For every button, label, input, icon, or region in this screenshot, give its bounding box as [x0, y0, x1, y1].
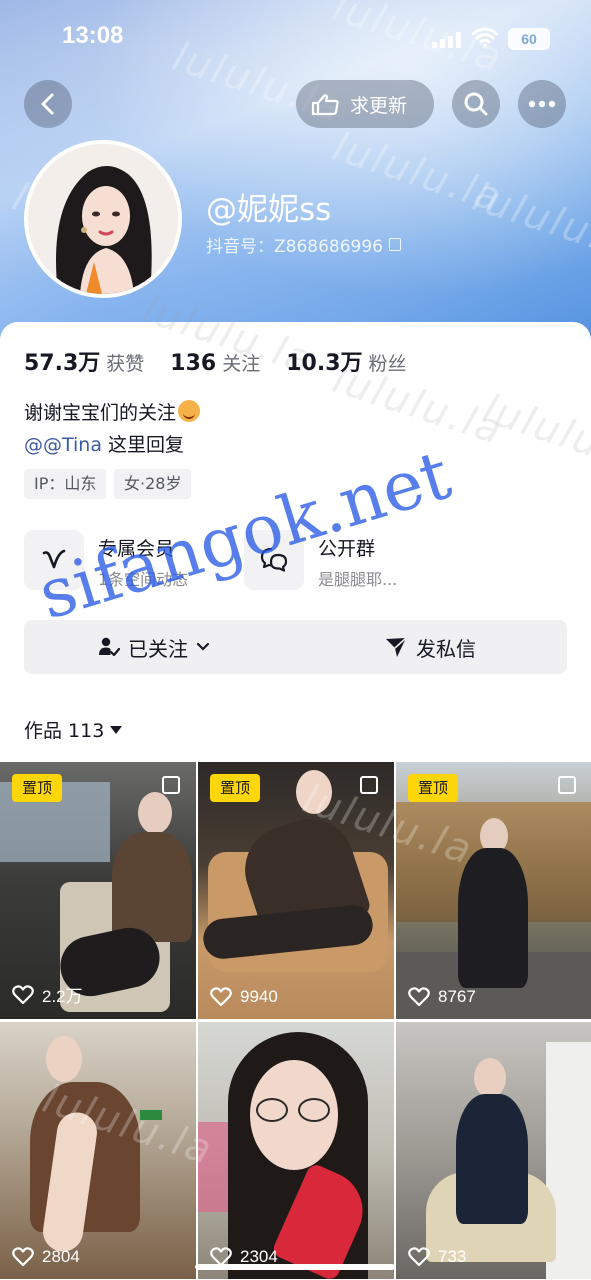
person-figure [112, 832, 192, 942]
works-tab-label: 作品 113 [24, 720, 105, 742]
status-time: 13:08 [62, 22, 124, 49]
likes-count: 2804 [42, 1247, 80, 1266]
bio-mention-link[interactable]: @@Tina [24, 434, 102, 456]
exit-sign [140, 1110, 162, 1120]
heart-icon [210, 987, 232, 1007]
video-tile[interactable]: 2804 [0, 1022, 196, 1279]
status-bar: 13:08 60 [0, 0, 591, 80]
video-tile[interactable]: 置顶 2.2万 [0, 762, 196, 1019]
search-button[interactable] [452, 80, 500, 128]
feature-title: 公开群 [318, 538, 376, 560]
background-curtain [198, 1122, 228, 1212]
likes-label: 获赞 [106, 353, 145, 375]
video-tile[interactable]: 2304 [198, 1022, 394, 1279]
person-head [296, 770, 332, 814]
likes-count[interactable]: 57.3万 [24, 345, 100, 377]
followers-label: 粉丝 [368, 353, 407, 375]
home-indicator[interactable] [195, 1264, 395, 1270]
person-check-icon [99, 637, 120, 657]
followers-count[interactable]: 10.3万 [286, 345, 362, 377]
gender-age-tag: 女·28岁 [114, 469, 192, 499]
wifi-icon [472, 27, 498, 48]
pinned-badge: 置顶 [210, 774, 260, 802]
watermark-text: lululu.la [477, 385, 591, 485]
profile-nickname: @妮妮ss [206, 192, 332, 228]
stats-row: 57.3万 获赞 136 关注 10.3万 粉丝 [24, 345, 433, 377]
video-tile[interactable]: 置顶 8767 [396, 762, 591, 1019]
pinned-badge: 置顶 [12, 774, 62, 802]
request-update-button[interactable]: 求更新 [296, 80, 434, 128]
pinned-badge: 置顶 [408, 774, 458, 802]
exclusive-membership-entry[interactable]: 专属会员 1条空间动态 [24, 530, 224, 590]
chevron-left-icon [41, 93, 54, 115]
person-head [474, 1058, 506, 1098]
battery-icon: 60 [508, 28, 550, 50]
bio-line-1: 谢谢宝宝们的关注 [24, 398, 201, 425]
bio-text: 谢谢宝宝们的关注 [24, 402, 177, 424]
watermark-text: lululu.la [467, 173, 591, 273]
person-head [46, 1036, 82, 1082]
douyin-id-text: 抖音号：Z868686996 [206, 237, 383, 257]
bio-line-2: @@Tina 这里回复 [24, 430, 184, 457]
following-label: 已关注 [128, 636, 188, 661]
feature-title: 专属会员 [98, 538, 175, 560]
video-tile[interactable]: 置顶 9940 [198, 762, 394, 1019]
likes-counter: 8767 [408, 987, 476, 1007]
battery-level: 60 [521, 31, 537, 47]
works-tab[interactable]: 作品 113 [24, 716, 123, 743]
video-tile[interactable]: 733 [396, 1022, 591, 1279]
message-label: 发私信 [416, 636, 476, 661]
avatar-illustration [28, 144, 178, 294]
heart-icon [408, 1247, 430, 1267]
person-head [138, 792, 172, 834]
ip-location-tag: IP：山东 [24, 469, 107, 499]
following-label: 关注 [222, 353, 261, 375]
likes-counter: 2.2万 [12, 982, 83, 1007]
blushing-face-emoji-icon [178, 400, 201, 422]
more-options-button[interactable] [518, 80, 566, 128]
following-count[interactable]: 136 [170, 351, 216, 376]
request-update-label: 求更新 [350, 94, 408, 117]
signal-icon [432, 32, 462, 48]
send-plane-icon [386, 637, 407, 657]
person-figure [456, 1094, 528, 1224]
send-message-button[interactable]: 发私信 [384, 620, 476, 674]
select-checkbox[interactable] [558, 776, 576, 794]
back-button[interactable] [24, 80, 72, 128]
following-button[interactable]: 已关注 [98, 620, 210, 674]
chevron-down-icon [196, 642, 210, 651]
avatar[interactable] [24, 140, 182, 298]
search-icon [464, 92, 488, 116]
glasses-left [256, 1098, 288, 1122]
person-figure [458, 848, 528, 988]
likes-counter: 733 [408, 1247, 466, 1267]
feature-subtitle: 是腿腿耶... [318, 570, 398, 589]
likes-count: 9940 [240, 987, 278, 1006]
bio-text-rest: 这里回复 [102, 434, 185, 456]
heart-icon [12, 984, 34, 1004]
select-checkbox[interactable] [360, 776, 378, 794]
watermark-text: lululu.la [327, 123, 509, 223]
select-checkbox[interactable] [162, 776, 180, 794]
likes-counter: 9940 [210, 987, 278, 1007]
heart-icon [12, 1247, 34, 1267]
likes-count: 733 [438, 1247, 467, 1266]
pointing-hand-icon [311, 94, 339, 116]
copy-icon[interactable] [389, 238, 401, 251]
likes-counter: 2804 [12, 1247, 80, 1267]
group-chat-icon [244, 530, 304, 590]
glasses-right [298, 1098, 330, 1122]
more-dots-icon [528, 100, 556, 108]
public-group-entry[interactable]: 公开群 是腿腿耶... [244, 530, 444, 590]
feature-subtitle: 1条空间动态 [98, 570, 189, 589]
douyin-id[interactable]: 抖音号：Z868686996 [206, 232, 401, 257]
heart-icon [408, 987, 430, 1007]
triangle-down-icon [110, 725, 123, 734]
likes-count: 8767 [438, 987, 476, 1006]
likes-count: 2.2万 [42, 987, 83, 1006]
vip-v-icon [24, 530, 84, 590]
